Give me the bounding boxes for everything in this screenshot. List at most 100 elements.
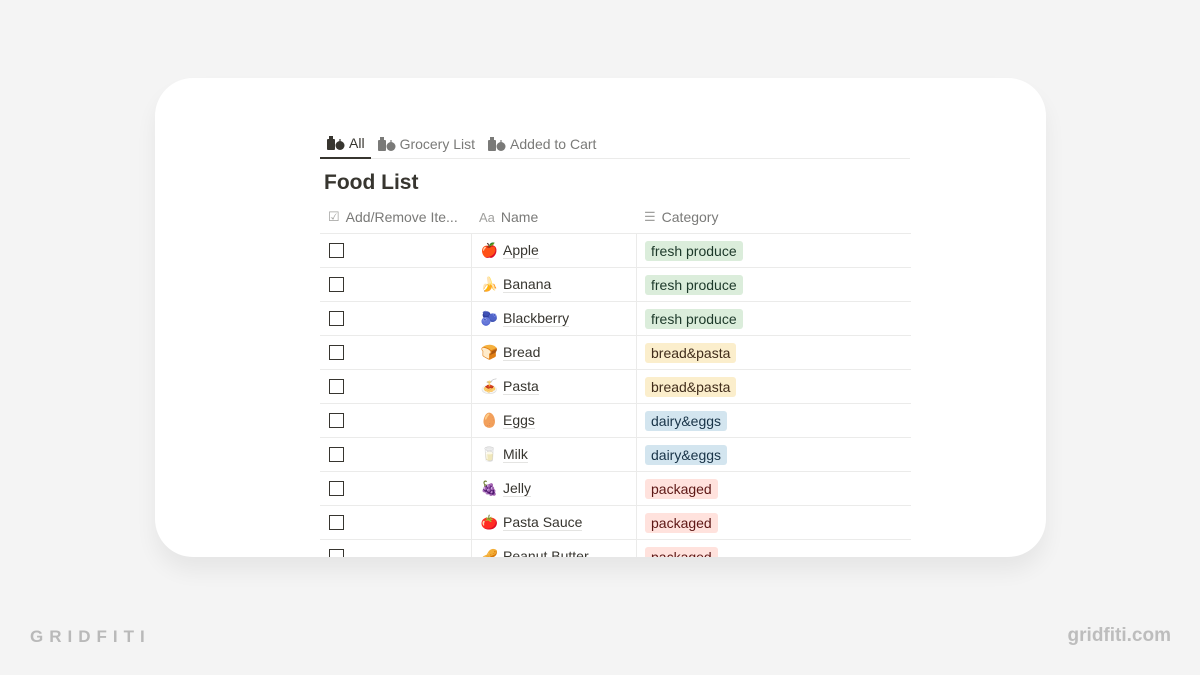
table-row[interactable]: 🥜 Peanut Butter packaged [320,540,911,557]
grocery-bag-icon [377,136,397,152]
table-body: 🍎 Apple fresh produce 🍌 Banana fresh produce 🫐… [320,234,911,557]
name-cell[interactable]: 🥜 Peanut Butter [471,540,636,557]
food-emoji-icon: 🍌 [480,276,499,292]
add-remove-cell [320,472,471,505]
table-row[interactable]: 🍅 Pasta Sauce packaged [320,506,911,540]
table-row[interactable]: 🥚 Eggs dairy&eggs [320,404,911,438]
notion-card: All Grocery List Added to Cart Food List ☑… [155,78,1046,557]
food-emoji-icon: 🍇 [480,480,499,496]
checkbox-icon: ☑ [328,209,340,224]
table-row[interactable]: 🥛 Milk dairy&eggs [320,438,911,472]
category-tag: fresh produce [645,274,743,295]
tab-all[interactable]: All [320,129,371,159]
column-header-name[interactable]: Aa Name [471,201,636,233]
item-name[interactable]: Pasta Sauce [503,514,583,531]
add-remove-checkbox[interactable] [329,277,344,292]
item-name[interactable]: Eggs [503,412,535,429]
item-name[interactable]: Blackberry [503,310,570,327]
tab-label: Grocery List [399,136,476,152]
category-tag: bread&pasta [645,376,737,397]
category-cell[interactable]: dairy&eggs [636,404,911,437]
food-emoji-icon: 🍝 [480,378,499,394]
category-tag: fresh produce [645,240,743,261]
add-remove-checkbox[interactable] [329,549,344,557]
add-remove-cell [320,404,471,437]
add-remove-cell [320,302,471,335]
category-cell[interactable]: fresh produce [636,268,911,301]
tab-label: Added to Cart [510,136,597,152]
item-name[interactable]: Jelly [503,480,532,497]
category-tag: bread&pasta [645,342,737,363]
add-remove-cell [320,438,471,471]
category-tag: fresh produce [645,308,743,329]
brand-url: gridfiti.com [1067,625,1171,646]
name-cell[interactable]: 🥛 Milk [471,438,636,471]
name-cell[interactable]: 🥚 Eggs [471,404,636,437]
name-cell[interactable]: 🍌 Banana [471,268,636,301]
category-cell[interactable]: packaged [636,540,911,557]
view-tabs: All Grocery List Added to Cart [320,126,910,159]
category-cell[interactable]: packaged [636,506,911,539]
add-remove-cell [320,370,471,403]
category-cell[interactable]: fresh produce [636,234,911,267]
column-label: Category [661,209,719,225]
name-cell[interactable]: 🍝 Pasta [471,370,636,403]
grocery-bag-icon [487,136,507,152]
table-row[interactable]: 🍎 Apple fresh produce [320,234,911,268]
name-cell[interactable]: 🍇 Jelly [471,472,636,505]
name-cell[interactable]: 🫐 Blackberry [471,302,636,335]
table-row[interactable]: 🍇 Jelly packaged [320,472,911,506]
column-header-category[interactable]: ☰ Category [636,201,911,233]
add-remove-checkbox[interactable] [329,345,344,360]
item-name[interactable]: Milk [503,446,528,463]
item-name[interactable]: Apple [503,242,539,259]
add-remove-checkbox[interactable] [329,243,344,258]
name-cell[interactable]: 🍎 Apple [471,234,636,267]
add-remove-cell [320,506,471,539]
grocery-bag-icon [326,135,346,151]
item-name[interactable]: Bread [503,344,541,361]
table-row[interactable]: 🍞 Bread bread&pasta [320,336,911,370]
category-tag: packaged [645,478,718,499]
category-cell[interactable]: dairy&eggs [636,438,911,471]
category-cell[interactable]: bread&pasta [636,370,911,403]
text-property-icon: Aa [479,209,495,225]
item-name[interactable]: Banana [503,276,552,293]
add-remove-cell [320,540,471,557]
add-remove-cell [320,336,471,369]
list-icon: ☰ [644,209,656,224]
item-name[interactable]: Peanut Butter [503,548,589,557]
category-cell[interactable]: fresh produce [636,302,911,335]
table-row[interactable]: 🍝 Pasta bread&pasta [320,370,911,404]
category-tag: packaged [645,512,718,533]
food-emoji-icon: 🍞 [480,344,499,360]
column-label: Add/Remove Ite... [345,209,458,225]
add-remove-checkbox[interactable] [329,379,344,394]
food-emoji-icon: 🍎 [480,242,499,258]
table-row[interactable]: 🍌 Banana fresh produce [320,268,911,302]
add-remove-checkbox[interactable] [329,515,344,530]
tab-label: All [349,135,365,151]
table-header: ☑ Add/Remove Ite... Aa Name ☰ Category [320,201,911,234]
category-tag: dairy&eggs [645,444,728,465]
add-remove-checkbox[interactable] [329,413,344,428]
add-remove-checkbox[interactable] [329,481,344,496]
name-cell[interactable]: 🍞 Bread [471,336,636,369]
item-name[interactable]: Pasta [503,378,539,395]
add-remove-cell [320,268,471,301]
table-row[interactable]: 🫐 Blackberry fresh produce [320,302,911,336]
category-cell[interactable]: bread&pasta [636,336,911,369]
food-emoji-icon: 🥜 [480,548,499,557]
column-header-add-remove[interactable]: ☑ Add/Remove Ite... [320,201,471,233]
tab-grocery-list[interactable]: Grocery List [371,129,481,159]
tab-added-to-cart[interactable]: Added to Cart [481,129,602,159]
food-emoji-icon: 🥛 [480,446,499,462]
food-table: ☑ Add/Remove Ite... Aa Name ☰ Category 🍎… [320,201,911,557]
category-tag: packaged [645,546,718,557]
category-cell[interactable]: packaged [636,472,911,505]
add-remove-checkbox[interactable] [329,311,344,326]
add-remove-checkbox[interactable] [329,447,344,462]
food-emoji-icon: 🍅 [480,514,499,530]
brand-logo: GRIDFITI [30,627,151,646]
name-cell[interactable]: 🍅 Pasta Sauce [471,506,636,539]
